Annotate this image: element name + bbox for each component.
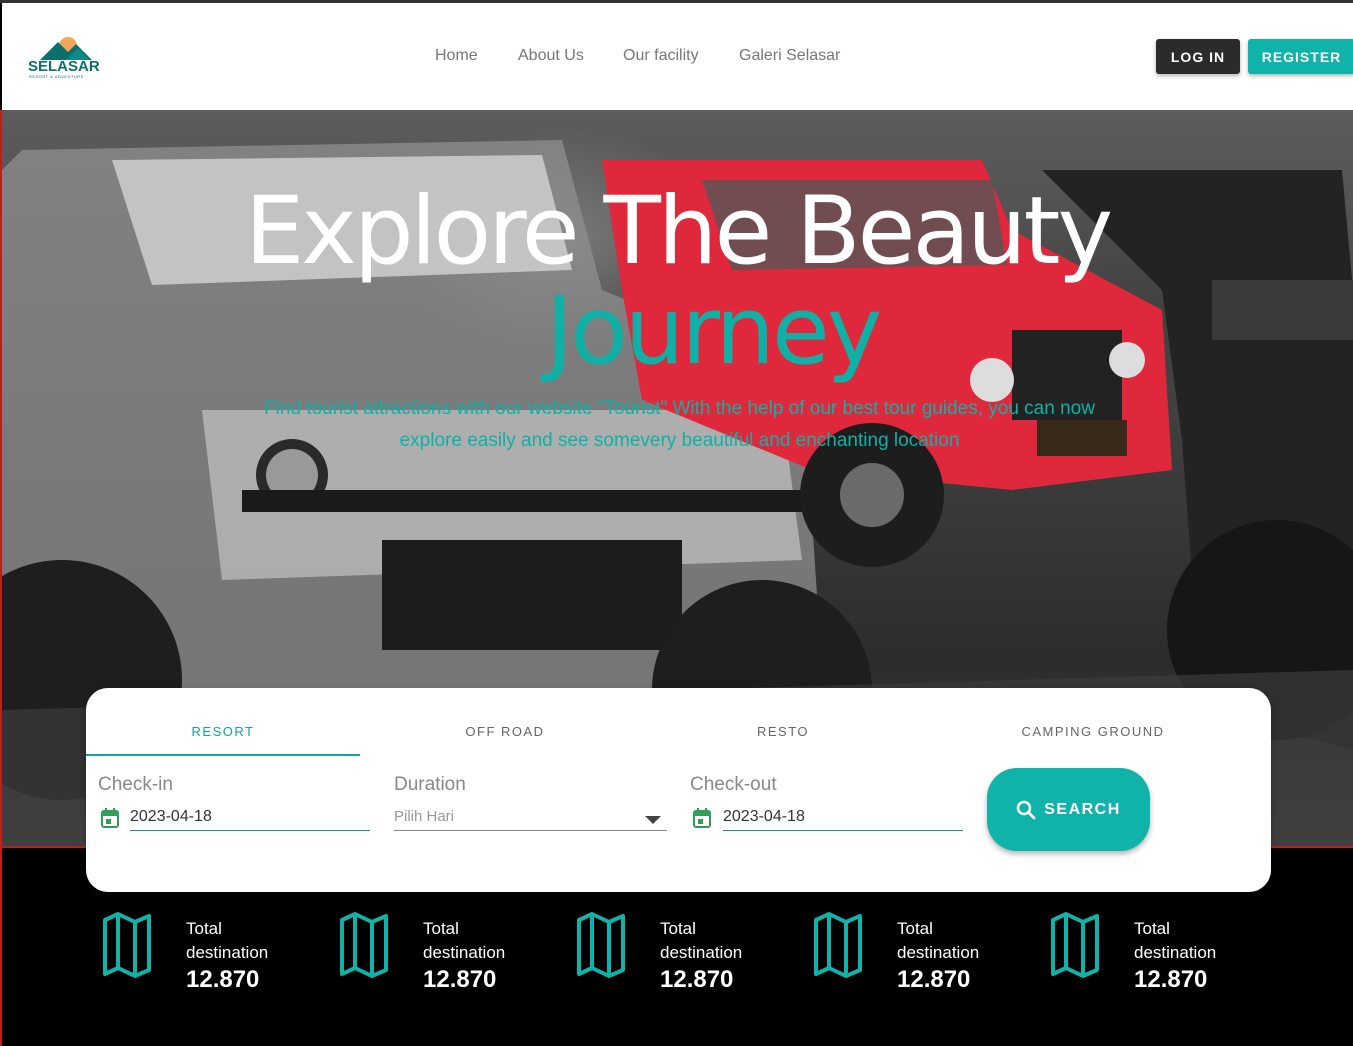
stat-label: Total destination (186, 919, 269, 962)
map-icon (577, 912, 625, 978)
tab-off-road[interactable]: OFF ROAD (368, 716, 642, 756)
checkout-date-input[interactable]: 2023-04-18 (723, 804, 963, 831)
map-icon (1051, 912, 1099, 978)
search-button[interactable]: SEARCH (987, 768, 1150, 851)
map-icon (340, 912, 388, 978)
stat-item: Total destination 12.870 (576, 912, 796, 1002)
category-tabs: RESORT OFF ROAD RESTO CAMPING GROUND (86, 716, 1236, 756)
stat-value: 12.870 (897, 966, 971, 993)
tab-resort[interactable]: RESORT (86, 716, 360, 756)
stat-label: Total destination (423, 919, 506, 962)
stat-value: 12.870 (423, 966, 497, 993)
checkout-label: Check-out (690, 774, 777, 795)
map-icon (814, 912, 862, 978)
booking-search-card: RESORT OFF ROAD RESTO CAMPING GROUND Che… (86, 688, 1271, 892)
calendar-icon (693, 808, 711, 828)
duration-select[interactable]: Pilih Hari (394, 804, 667, 831)
tab-resto[interactable]: RESTO (646, 716, 920, 756)
stat-value: 12.870 (186, 966, 260, 993)
nav-our-facility[interactable]: Our facility (623, 47, 699, 65)
search-icon (1016, 800, 1036, 819)
tab-camping-ground[interactable]: CAMPING GROUND (956, 716, 1230, 756)
stat-value: 12.870 (1134, 966, 1208, 993)
hero-title: Explore The Beauty (244, 177, 1113, 286)
register-button[interactable]: REGISTER (1248, 39, 1353, 74)
calendar-icon (101, 808, 119, 828)
nav-home[interactable]: Home (435, 47, 478, 65)
stat-item: Total destination 12.870 (1050, 912, 1270, 1002)
hero-description: Find tourist attractions with our websit… (264, 398, 1095, 451)
stat-label: Total destination (897, 919, 980, 962)
nav-about-us[interactable]: About Us (518, 47, 584, 65)
stat-item: Total destination 12.870 (339, 912, 559, 1002)
logo-tagline: RESORT & ADVENTURE (29, 74, 84, 79)
stat-item: Total destination 12.870 (102, 912, 322, 1002)
login-button[interactable]: LOG IN (1156, 39, 1240, 74)
chevron-down-icon[interactable] (645, 816, 661, 824)
map-icon (103, 912, 151, 978)
checkin-date-input[interactable]: 2023-04-18 (130, 804, 370, 831)
stat-label: Total destination (660, 919, 743, 962)
stat-value: 12.870 (660, 966, 734, 993)
left-red-border (0, 110, 2, 1046)
stat-item: Total destination 12.870 (813, 912, 1033, 1002)
nav-galeri-selasar[interactable]: Galeri Selasar (739, 47, 840, 65)
hero-title-accent: Journey (545, 277, 883, 386)
main-nav: Home About Us Our facility Galeri Selasa… (2, 47, 1353, 71)
stat-label: Total destination (1134, 919, 1217, 962)
site-header: SELASAR RESORT & ADVENTURE Home About Us… (2, 3, 1353, 110)
search-button-label: SEARCH (1044, 800, 1121, 818)
duration-label: Duration (394, 774, 466, 795)
checkin-label: Check-in (98, 774, 173, 795)
